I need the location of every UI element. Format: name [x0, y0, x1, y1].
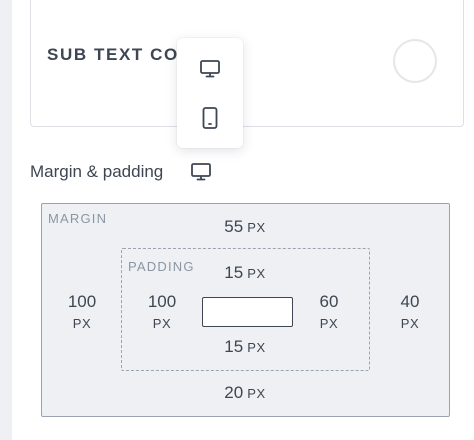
desktop-icon	[200, 60, 220, 78]
margin-right-number: 40	[400, 292, 420, 311]
margin-bottom-value[interactable]: 20 PX	[205, 383, 285, 403]
padding-top-value[interactable]: 15 PX	[205, 263, 285, 283]
padding-right-value[interactable]: 60 PX	[299, 292, 359, 331]
margin-right-value[interactable]: 40 PX	[380, 292, 440, 331]
padding-top-number: 15	[224, 263, 244, 282]
device-option-desktop[interactable]	[195, 54, 225, 84]
device-option-mobile[interactable]	[195, 103, 225, 133]
responsive-device-toggle[interactable]	[188, 160, 214, 184]
sub-text-color-label: SUB TEXT COL	[47, 45, 191, 64]
margin-top-number: 55	[224, 217, 244, 236]
margin-padding-title: Margin & padding	[30, 162, 164, 181]
margin-left-value[interactable]: 100 PX	[52, 292, 112, 331]
padding-left-unit: PX	[152, 316, 172, 331]
margin-bottom-number: 20	[224, 383, 244, 402]
left-rail	[0, 0, 12, 440]
padding-bottom-value[interactable]: 15 PX	[205, 337, 285, 357]
desktop-icon	[191, 163, 211, 181]
padding-right-unit: PX	[319, 316, 339, 331]
padding-right-number: 60	[319, 292, 339, 311]
margin-caption: MARGIN	[48, 211, 108, 226]
spacing-settings-panel: SUB TEXT COL Margin & padding MARGIN 55 P…	[0, 0, 474, 440]
padding-left-number: 100	[147, 292, 177, 311]
margin-left-unit: PX	[72, 316, 92, 331]
padding-bottom-unit: PX	[247, 340, 266, 355]
padding-top-unit: PX	[247, 266, 266, 281]
margin-top-unit: PX	[247, 220, 266, 235]
padding-bottom-number: 15	[224, 337, 244, 356]
content-box	[202, 297, 293, 327]
margin-left-number: 100	[67, 292, 97, 311]
device-dropdown-menu	[177, 38, 243, 148]
padding-caption: PADDING	[128, 259, 195, 274]
margin-top-value[interactable]: 55 PX	[205, 217, 285, 237]
mobile-icon	[202, 107, 218, 129]
color-swatch-button[interactable]	[393, 39, 437, 83]
padding-left-value[interactable]: 100 PX	[132, 292, 192, 331]
sub-text-color-card: SUB TEXT COL	[30, 0, 464, 127]
margin-right-unit: PX	[400, 316, 420, 331]
margin-bottom-unit: PX	[247, 386, 266, 401]
